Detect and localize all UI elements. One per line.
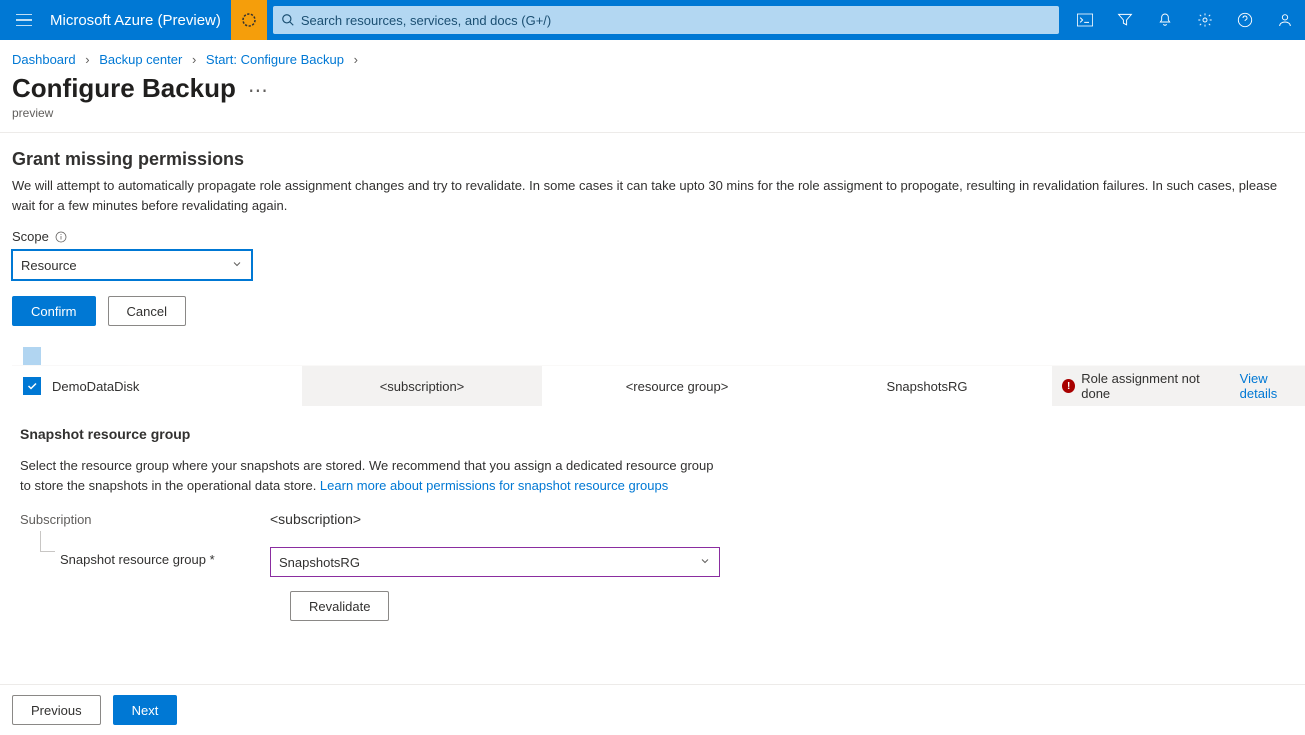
snapshot-rg-value: SnapshotsRG [279,555,360,570]
error-icon: ! [1062,379,1075,393]
info-icon[interactable] [55,231,67,243]
search-icon [281,13,295,27]
previous-button[interactable]: Previous [12,695,101,725]
scope-select[interactable]: Resource [12,250,252,280]
status-text: Role assignment not done [1081,371,1224,401]
table-header-row [12,346,1305,366]
cancel-button[interactable]: Cancel [108,296,186,326]
chevron-right-icon: › [85,52,89,67]
grant-description: We will attempt to automatically propaga… [12,176,1293,215]
hamburger-menu-icon[interactable] [0,0,48,40]
notifications-icon[interactable] [1145,0,1185,40]
page-title: Configure Backup [12,73,236,104]
brand-label: Microsoft Azure (Preview) [48,12,231,29]
revalidate-button[interactable]: Revalidate [290,591,389,621]
topbar: Microsoft Azure (Preview) [0,0,1305,40]
snapshot-rg-label: Snapshot resource group * [60,552,270,567]
breadcrumb-dashboard[interactable]: Dashboard [12,52,76,67]
directory-filter-icon[interactable] [1105,0,1145,40]
chevron-down-icon [699,555,711,570]
scope-label: Scope [12,229,49,244]
grant-permissions-section: Grant missing permissions We will attemp… [0,133,1305,334]
wizard-footer: Previous Next [0,684,1305,735]
help-icon[interactable] [1225,0,1265,40]
grant-heading: Grant missing permissions [12,149,1293,170]
resource-group: <resource group> [552,379,802,394]
breadcrumb: Dashboard › Backup center › Start: Confi… [0,40,1305,73]
chevron-right-icon: › [354,52,358,67]
cloud-shell-icon[interactable] [1065,0,1105,40]
chevron-down-icon [231,258,243,273]
scope-value: Resource [21,258,77,273]
account-icon[interactable] [1265,0,1305,40]
select-all-checkbox[interactable] [23,347,41,365]
preview-badge-icon[interactable] [231,0,267,40]
subscription-value: <subscription> [270,511,361,527]
resource-name: DemoDataDisk [52,379,302,394]
row-checkbox[interactable] [23,377,41,395]
subscription-label: Subscription [20,512,270,527]
snapshot-learn-link[interactable]: Learn more about permissions for snapsho… [320,478,668,493]
breadcrumb-backup-center[interactable]: Backup center [99,52,182,67]
resource-subscription: <subscription> [302,366,542,406]
page-subtitle: preview [0,106,1305,132]
table-row: DemoDataDisk <subscription> <resource gr… [12,366,1305,406]
next-button[interactable]: Next [113,695,178,725]
snapshot-description: Select the resource group where your sna… [20,456,720,495]
topbar-icons [1065,0,1305,40]
snapshot-section: Snapshot resource group Select the resou… [0,406,1305,647]
confirm-button[interactable]: Confirm [12,296,96,326]
more-actions-icon[interactable]: ⋯ [248,78,270,103]
snapshot-rg-select[interactable]: SnapshotsRG [270,547,720,577]
search-input[interactable] [301,13,1051,28]
snapshot-heading: Snapshot resource group [20,426,1293,442]
snapshot-rg-cell: SnapshotsRG [802,379,1052,394]
view-details-link[interactable]: View details [1240,371,1305,401]
breadcrumb-configure-backup[interactable]: Start: Configure Backup [206,52,344,67]
settings-icon[interactable] [1185,0,1225,40]
resources-table: DemoDataDisk <subscription> <resource gr… [0,334,1305,406]
global-search[interactable] [273,6,1059,34]
chevron-right-icon: › [192,52,196,67]
